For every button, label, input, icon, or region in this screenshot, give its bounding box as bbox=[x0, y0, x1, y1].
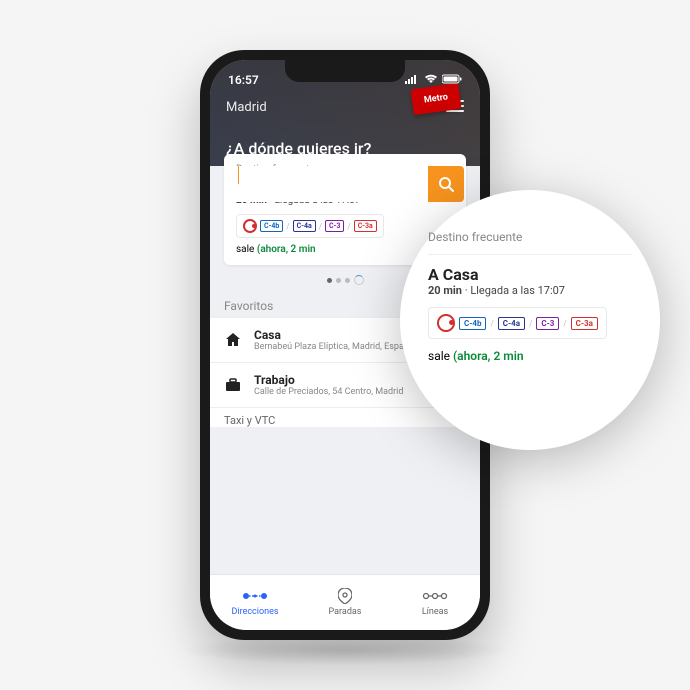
magnify-label: Destino frecuente bbox=[428, 230, 632, 244]
line-chip: C-3 bbox=[325, 220, 344, 232]
magnified-preview: Destino frecuente A Casa 20 min · Llegad… bbox=[400, 190, 660, 450]
tab-lines[interactable]: Líneas bbox=[390, 575, 480, 630]
search-button[interactable] bbox=[428, 166, 464, 202]
line-chip: C-3a bbox=[571, 317, 598, 330]
notch bbox=[285, 60, 405, 82]
line-chip: C-4a bbox=[498, 317, 525, 330]
line-chip: C-4b bbox=[459, 317, 486, 330]
tab-bar: Direcciones Paradas Líneas bbox=[210, 574, 480, 630]
magnify-title: A Casa bbox=[428, 265, 632, 284]
magnify-subtitle: 20 min · Llegada a las 17:07 bbox=[428, 284, 632, 297]
briefcase-icon bbox=[224, 378, 242, 392]
line-chip: C-4b bbox=[260, 220, 283, 232]
magnify-departure: sale (ahora, 2 min bbox=[428, 349, 632, 363]
city-label[interactable]: Madrid bbox=[226, 100, 267, 115]
cercanias-icon bbox=[243, 219, 257, 233]
favorite-subtitle: Calle de Preciados, 54 Centro, Madrid bbox=[254, 387, 441, 397]
line-chip: C-4a bbox=[293, 220, 316, 232]
magnify-transit-lines: C-4b/ C-4a/ C-3/ C-3a bbox=[428, 307, 607, 339]
line-chip: C-3a bbox=[354, 220, 377, 232]
search-input[interactable] bbox=[226, 166, 428, 202]
wifi-icon bbox=[424, 73, 438, 87]
lines-icon bbox=[422, 588, 448, 604]
tab-directions[interactable]: Direcciones bbox=[210, 575, 300, 630]
loading-icon bbox=[354, 275, 364, 285]
transit-lines: C-4b/ C-4a/ C-3/ C-3a bbox=[236, 214, 384, 238]
tab-stops[interactable]: Paradas bbox=[300, 575, 390, 630]
pin-icon bbox=[338, 588, 352, 604]
route-icon bbox=[242, 588, 268, 604]
status-time: 16:57 bbox=[228, 73, 259, 87]
home-icon bbox=[224, 332, 242, 348]
tab-label: Direcciones bbox=[232, 607, 279, 617]
cercanias-icon bbox=[437, 314, 455, 332]
tab-label: Líneas bbox=[422, 607, 448, 617]
tab-label: Paradas bbox=[329, 607, 362, 617]
battery-icon bbox=[442, 73, 462, 87]
favorites-label: Favoritos bbox=[224, 299, 273, 313]
search-icon bbox=[438, 176, 454, 192]
signal-icon bbox=[405, 73, 420, 87]
line-chip: C-3 bbox=[536, 317, 559, 330]
